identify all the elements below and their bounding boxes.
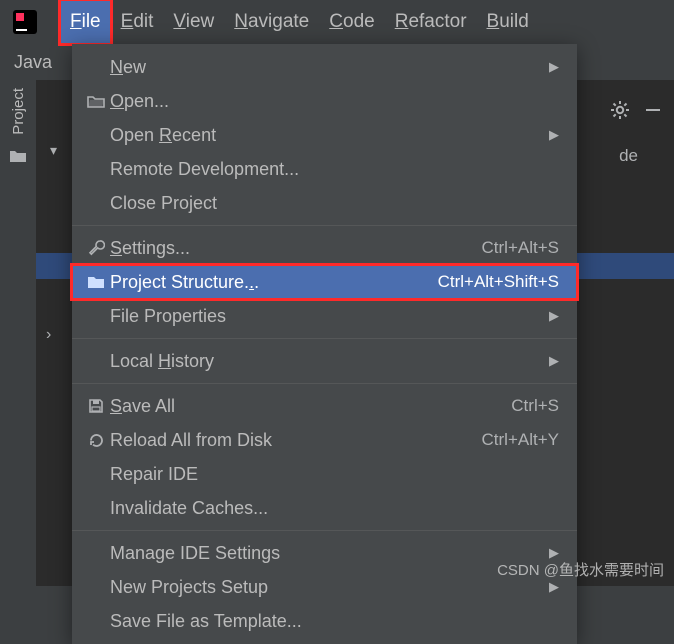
menu-item-project-structure[interactable]: Project Structure... Ctrl+Alt+Shift+S: [72, 265, 577, 299]
tab-label: Java: [14, 52, 52, 73]
file-menu-dropdown: New ▶ Open... Open Recent ▶ Remote Developmen…: [72, 44, 577, 644]
menubar-item-code[interactable]: Code: [319, 0, 384, 44]
submenu-arrow-icon: ▶: [549, 127, 559, 143]
menu-item-close-project[interactable]: Close Project: [72, 186, 577, 220]
menu-item-repair-ide[interactable]: Repair IDE: [72, 457, 577, 491]
menu-item-settings[interactable]: Settings... Ctrl+Alt+S: [72, 231, 577, 265]
menu-item-label: Open...: [110, 91, 559, 112]
gear-icon[interactable]: [610, 100, 630, 120]
menu-item-label: Save All: [110, 396, 501, 417]
reload-icon: [82, 432, 110, 449]
minimize-icon[interactable]: [644, 101, 662, 119]
menu-item-label: Repair IDE: [110, 464, 559, 485]
menu-separator: [72, 225, 577, 226]
menubar: FileEditViewNavigateCodeRefactorBuild: [0, 0, 674, 44]
folder-icon: [9, 149, 27, 163]
menubar-item-build[interactable]: Build: [477, 0, 539, 44]
menu-item-label: Remote Development...: [110, 159, 559, 180]
menu-item-label: New Projects Setup: [110, 577, 539, 598]
menubar-item-file[interactable]: File: [60, 0, 111, 44]
menu-item-label: File Properties: [110, 306, 539, 327]
menu-item-label: Project Structure...: [110, 272, 428, 293]
menu-item-save-file-as-template[interactable]: Save File as Template...: [72, 604, 577, 638]
menubar-item-view[interactable]: View: [163, 0, 224, 44]
menu-item-open-recent[interactable]: Open Recent ▶: [72, 118, 577, 152]
wrench-icon: [82, 239, 110, 257]
menu-item-label: Manage IDE Settings: [110, 543, 539, 564]
project-tool-label: Project: [10, 88, 27, 135]
menu-item-remote-development[interactable]: Remote Development...: [72, 152, 577, 186]
submenu-arrow-icon: ▶: [549, 308, 559, 324]
menu-item-file-properties[interactable]: File Properties ▶: [72, 299, 577, 333]
menu-item-label: Invalidate Caches...: [110, 498, 559, 519]
submenu-arrow-icon: ▶: [549, 579, 559, 595]
submenu-arrow-icon: ▶: [549, 59, 559, 75]
folder-fill-icon: [82, 275, 110, 289]
menu-item-label: Local History: [110, 351, 539, 372]
chevron-right-icon[interactable]: ›: [46, 326, 51, 344]
menu-item-label: Reload All from Disk: [110, 430, 472, 451]
menubar-item-refactor[interactable]: Refactor: [385, 0, 477, 44]
menu-item-reload-all-from-disk[interactable]: Reload All from Disk Ctrl+Alt+Y: [72, 423, 577, 457]
menubar-item-edit[interactable]: Edit: [111, 0, 164, 44]
editor-text-fragment: de: [619, 146, 638, 166]
tree-expand-icon[interactable]: ▾: [50, 142, 57, 159]
menu-item-shortcut: Ctrl+Alt+Shift+S: [438, 272, 559, 292]
save-icon: [82, 398, 110, 414]
menu-item-new[interactable]: New ▶: [72, 50, 577, 84]
menu-item-label: Open Recent: [110, 125, 539, 146]
menu-item-label: Save File as Template...: [110, 611, 559, 632]
menu-item-open[interactable]: Open...: [72, 84, 577, 118]
submenu-arrow-icon: ▶: [549, 353, 559, 369]
menu-separator: [72, 530, 577, 531]
menu-item-label: New: [110, 57, 539, 78]
app-icon: [10, 7, 40, 37]
folder-open-icon: [82, 94, 110, 108]
menu-item-label: Close Project: [110, 193, 559, 214]
menu-item-save-all[interactable]: Save All Ctrl+S: [72, 389, 577, 423]
menubar-item-navigate[interactable]: Navigate: [224, 0, 319, 44]
project-tool-stripe[interactable]: Project: [0, 80, 36, 586]
menu-separator: [72, 338, 577, 339]
menu-item-local-history[interactable]: Local History ▶: [72, 344, 577, 378]
menu-separator: [72, 383, 577, 384]
menu-item-shortcut: Ctrl+Alt+S: [482, 238, 559, 258]
menu-item-label: Settings...: [110, 238, 472, 259]
watermark: CSDN @鱼找水需要时间: [497, 559, 664, 580]
menu-item-shortcut: Ctrl+S: [511, 396, 559, 416]
menu-item-invalidate-caches[interactable]: Invalidate Caches...: [72, 491, 577, 525]
menu-item-shortcut: Ctrl+Alt+Y: [482, 430, 559, 450]
